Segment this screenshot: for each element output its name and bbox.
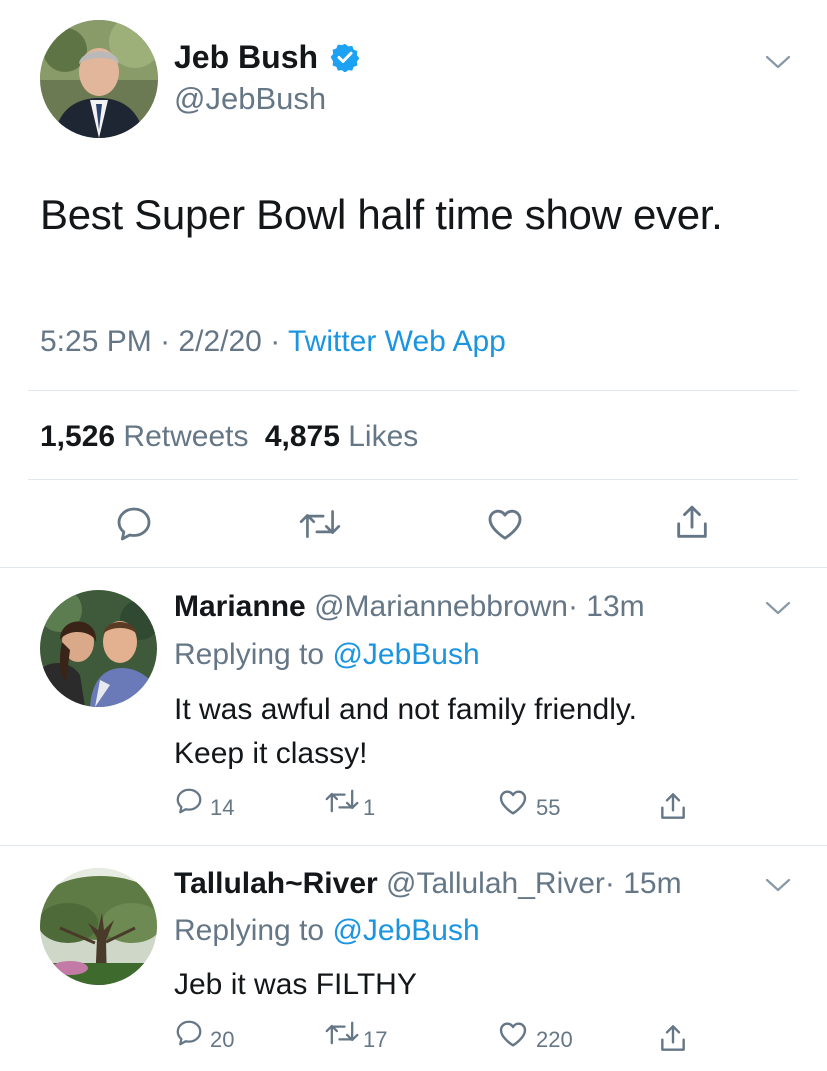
replying-to-label: Replying to [174, 638, 325, 671]
chevron-down-icon[interactable] [763, 52, 793, 72]
comment-icon[interactable] [174, 1018, 204, 1048]
author-avatar[interactable] [40, 20, 158, 138]
likes-label: Likes [348, 420, 419, 453]
likes-stat[interactable]: 4,875 Likes [265, 420, 418, 453]
verified-badge-icon [330, 42, 360, 72]
replying-to: Replying to @JebBush [174, 637, 480, 673]
reply-author-handle[interactable]: @Tallulah_River [386, 867, 605, 900]
replying-to-link[interactable]: @JebBush [332, 914, 479, 947]
likes-count: 4,875 [264, 420, 340, 453]
reply-count: 14 [210, 795, 235, 820]
reply-actions: 14 1 55 [174, 786, 704, 826]
replying-to-label: Replying to [174, 914, 325, 947]
divider [28, 479, 798, 480]
meta-dot: · [270, 325, 281, 358]
divider [0, 567, 827, 568]
replying-to: Replying to @JebBush [174, 913, 480, 949]
reply-text-line: It was awful and not family friendly. [174, 693, 637, 726]
meta-dot: · [160, 325, 171, 358]
retweets-stat[interactable]: 1,526 Retweets [40, 420, 257, 453]
reply-avatar[interactable] [40, 590, 157, 707]
retweet-icon[interactable] [324, 787, 360, 815]
replying-to-link[interactable]: @JebBush [332, 638, 479, 671]
heart-icon[interactable] [485, 504, 525, 544]
tweet-source-link[interactable]: Twitter Web App [288, 325, 506, 358]
retweets-count: 1,526 [40, 420, 116, 453]
reply-header: Marianne @Mariannebbrown· 13m [174, 589, 645, 625]
reply-author-handle[interactable]: @Mariannebbrown [314, 590, 568, 623]
comment-icon[interactable] [174, 786, 204, 816]
reply-avatar[interactable] [40, 868, 157, 985]
retweets-label: Retweets [123, 420, 249, 453]
reply-time: · 13m [567, 590, 645, 623]
reply-author-name[interactable]: Marianne [174, 590, 306, 623]
chevron-down-icon[interactable] [763, 598, 793, 618]
reply-header: Tallulah~River @Tallulah_River· 15m [174, 866, 682, 902]
retweet-icon[interactable] [298, 506, 342, 542]
reply-text-line: Keep it classy! [174, 737, 368, 770]
tweet-time: 5:25 PM [40, 325, 152, 358]
like-count: 220 [536, 1027, 573, 1052]
tweet-meta: 5:25 PM · 2/2/20 · Twitter Web App [40, 324, 506, 360]
like-count: 55 [536, 795, 561, 820]
author-handle[interactable]: @JebBush [174, 81, 326, 117]
tweet-date: 2/2/20 [178, 325, 262, 358]
divider [28, 390, 798, 391]
reply-actions: 20 17 220 [174, 1018, 704, 1058]
chevron-down-icon[interactable] [763, 875, 793, 895]
reply-count: 20 [210, 1027, 235, 1052]
comment-icon[interactable] [114, 504, 154, 544]
retweet-icon[interactable] [324, 1019, 360, 1047]
divider [0, 845, 827, 846]
reply-author-name[interactable]: Tallulah~River [174, 867, 378, 900]
reply-text-line: Jeb it was FILTHY [174, 968, 417, 1001]
reply-text: Jeb it was FILTHY [174, 963, 417, 1007]
reply-time: · 15m [604, 867, 682, 900]
reply-text: It was awful and not family friendly. Ke… [174, 688, 637, 776]
share-icon[interactable] [657, 1022, 689, 1056]
author-name[interactable]: Jeb Bush [174, 38, 318, 76]
retweet-count: 1 [363, 795, 376, 820]
heart-icon[interactable] [497, 786, 529, 818]
share-icon[interactable] [672, 502, 712, 544]
heart-icon[interactable] [497, 1018, 529, 1050]
retweet-count: 17 [363, 1027, 388, 1052]
share-icon[interactable] [657, 790, 689, 824]
tweet-stats: 1,526 Retweets 4,875 Likes [40, 419, 418, 455]
tweet-text: Best Super Bowl half time show ever. [40, 191, 723, 238]
